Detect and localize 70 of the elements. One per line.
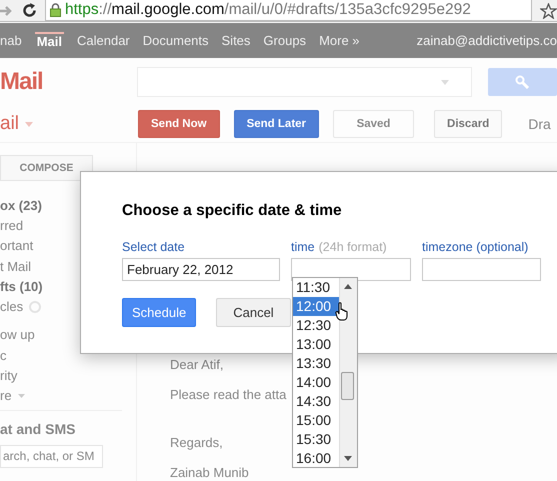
dialog-title: Choose a specific date & time: [122, 202, 343, 220]
google-bar-link[interactable]: Sites: [222, 33, 250, 48]
draft-status: Dra: [528, 116, 551, 132]
address-bar[interactable]: https://mail.google.com/mail/u/0/#drafts/135a3cfc9295e292: [45, 0, 532, 21]
time-option[interactable]: 11:30: [293, 278, 339, 297]
search-field[interactable]: [136, 67, 472, 97]
time-option[interactable]: 15:30: [293, 430, 339, 449]
reload-icon[interactable]: [22, 3, 37, 18]
sidebar-item[interactable]: rred: [0, 218, 24, 233]
url-text: https://mail.google.com/mail/u/0/#drafts/135a3cfc9295e292: [65, 1, 471, 19]
scroll-down-icon[interactable]: [344, 456, 352, 461]
account-email[interactable]: zainab@addictivetips.co: [416, 33, 557, 48]
dropdown-caret-icon[interactable]: [440, 80, 449, 85]
timezone-field[interactable]: [422, 258, 541, 281]
schedule-button[interactable]: Schedule: [122, 298, 196, 327]
forward-icon[interactable]: [0, 4, 14, 16]
time-option[interactable]: 13:00: [293, 335, 339, 354]
chat-search-field[interactable]: arch, chat, or SM: [0, 444, 103, 468]
discard-button[interactable]: Discard: [434, 110, 502, 138]
gmail-logo: Mail: [0, 68, 44, 96]
date-label: Select date: [122, 240, 186, 255]
chat-title: at and SMS: [0, 420, 76, 437]
compose-button[interactable]: COMPOSE: [0, 155, 93, 181]
time-label: time: [291, 240, 315, 255]
circles-icon: [29, 300, 42, 313]
cancel-button[interactable]: Cancel: [216, 298, 291, 327]
message-text: Dear Atif,: [170, 357, 224, 372]
sidebar-item[interactable]: ow up: [0, 327, 35, 342]
sidebar-item[interactable]: rity: [0, 368, 18, 384]
google-bar-link[interactable]: More »: [319, 33, 360, 48]
date-field[interactable]: February 22, 2012: [122, 258, 280, 281]
message-text: Please read the atta: [170, 387, 286, 402]
time-option[interactable]: 14:30: [293, 392, 339, 411]
mail-menu[interactable]: ail: [0, 113, 20, 135]
lock-icon: [50, 3, 61, 17]
sidebar-item[interactable]: c: [0, 348, 6, 363]
sidebar-item[interactable]: cles: [0, 299, 24, 314]
time-field[interactable]: [291, 258, 411, 281]
time-option[interactable]: 15:00: [293, 411, 339, 430]
sidebar-item[interactable]: ox (23): [0, 198, 42, 213]
scrollbar-thumb[interactable]: [341, 372, 354, 400]
google-bar-link[interactable]: nab: [0, 33, 22, 48]
send-later-button[interactable]: Send Later: [234, 110, 320, 138]
time-option[interactable]: 13:30: [293, 354, 339, 373]
search-button[interactable]: [488, 68, 557, 96]
message-text: Regards,: [170, 435, 224, 450]
time-option[interactable]: 16:00: [293, 449, 339, 467]
search-icon: [515, 75, 530, 89]
google-bar-link[interactable]: Groups: [263, 33, 306, 48]
sidebar-item[interactable]: fts (10): [0, 278, 43, 294]
send-now-button[interactable]: Send Now: [138, 110, 220, 138]
sidebar-item[interactable]: ortant: [0, 238, 34, 254]
google-bar-link[interactable]: Documents: [142, 33, 209, 48]
google-bar-link[interactable]: Calendar: [77, 33, 130, 48]
time-option[interactable]: 12:30: [293, 316, 339, 335]
hand-cursor-icon: [335, 302, 350, 321]
timezone-label: timezone (optional): [422, 240, 530, 255]
sidebar-item[interactable]: re: [0, 388, 12, 404]
saved-button[interactable]: Saved: [333, 110, 414, 138]
time-option[interactable]: 14:00: [293, 373, 339, 392]
scroll-up-icon[interactable]: [344, 284, 352, 289]
message-text: Zainab Munib: [170, 465, 250, 480]
time-option[interactable]: 12:00: [293, 297, 339, 316]
scrollbar[interactable]: [339, 278, 357, 467]
google-bar-link[interactable]: Mail: [34, 32, 64, 49]
sidebar-item[interactable]: t Mail: [0, 258, 32, 274]
time-format-hint: (24h format): [318, 240, 387, 255]
caret-icon: [18, 394, 25, 398]
bookmark-star-icon[interactable]: [540, 2, 557, 18]
caret-icon: [25, 122, 34, 126]
